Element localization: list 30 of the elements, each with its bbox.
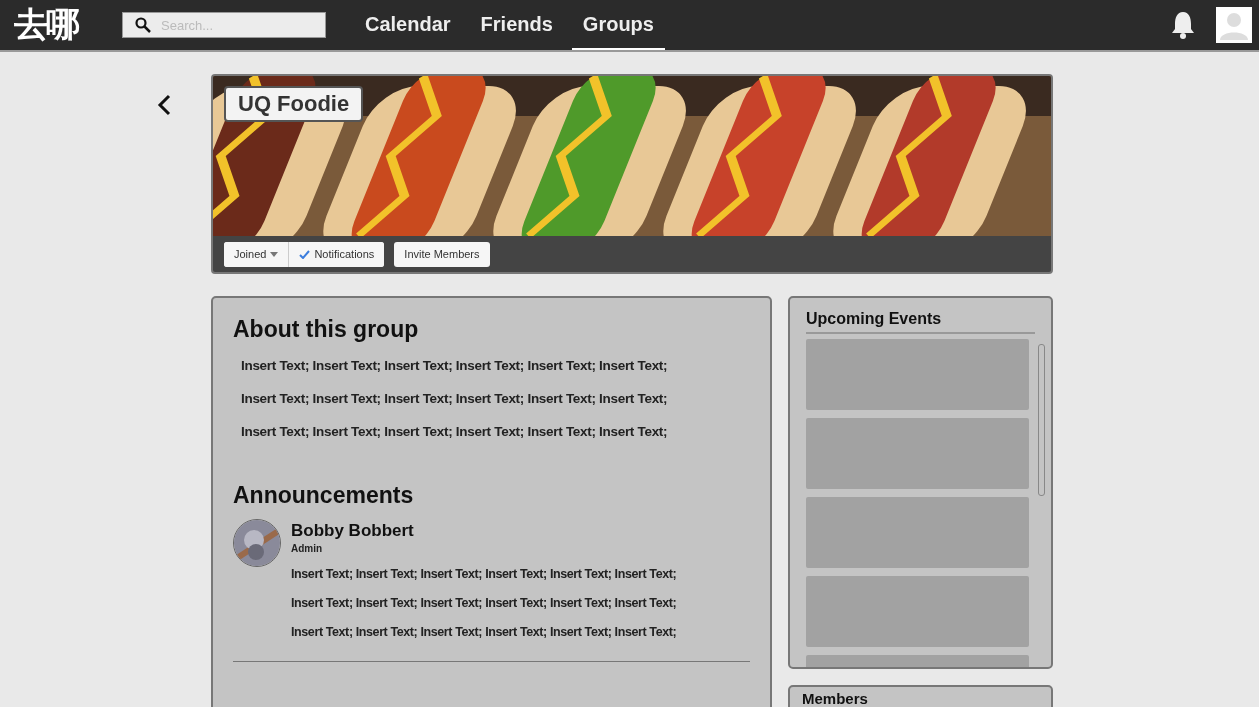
notifications-toggle[interactable]: Notifications [288,241,385,267]
event-placeholder[interactable] [806,339,1029,410]
profile-avatar[interactable] [1216,7,1252,43]
logo[interactable]: 去哪 [14,2,94,48]
event-placeholder[interactable] [806,576,1029,647]
section-title: About this group [233,316,420,343]
card-title: Upcoming Events [806,310,1035,334]
group-name: UQ Foodie [224,86,364,122]
card-title: Members [802,690,869,707]
announcement-text: Insert Text; Insert Text; Insert Text; Insert Text; Insert Text; Insert Text; [291,624,677,641]
author-avatar [233,519,281,567]
section-title: Announcements [233,482,415,509]
about-text: Insert Text; Insert Text; Insert Text; Insert Text; Insert Text; Insert Text; [241,357,669,375]
nav-tab[interactable]: Groups [571,0,665,50]
invite-button[interactable]: Invite Members [394,241,490,267]
author-role: Admin [291,543,324,554]
caret-icon [270,251,279,257]
search-icon [135,17,151,33]
nav-tab[interactable]: Friends [469,0,564,50]
nav-tab[interactable]: Calendar [354,0,462,50]
about-text: Insert Text; Insert Text; Insert Text; Insert Text; Insert Text; Insert Text; [241,423,669,441]
announcement-text: Insert Text; Insert Text; Insert Text; Insert Text; Insert Text; Insert Text; [291,566,677,583]
event-placeholder[interactable] [806,418,1029,489]
author-name: Bobby Bobbert [291,521,415,541]
about-text: Insert Text; Insert Text; Insert Text; Insert Text; Insert Text; Insert Text; [241,390,669,408]
back-icon[interactable] [157,94,171,116]
announcement-text: Insert Text; Insert Text; Insert Text; Insert Text; Insert Text; Insert Text; [291,595,677,612]
scrollbar[interactable] [1038,344,1045,496]
event-placeholder[interactable] [806,497,1029,568]
bell-icon[interactable] [1170,10,1196,40]
